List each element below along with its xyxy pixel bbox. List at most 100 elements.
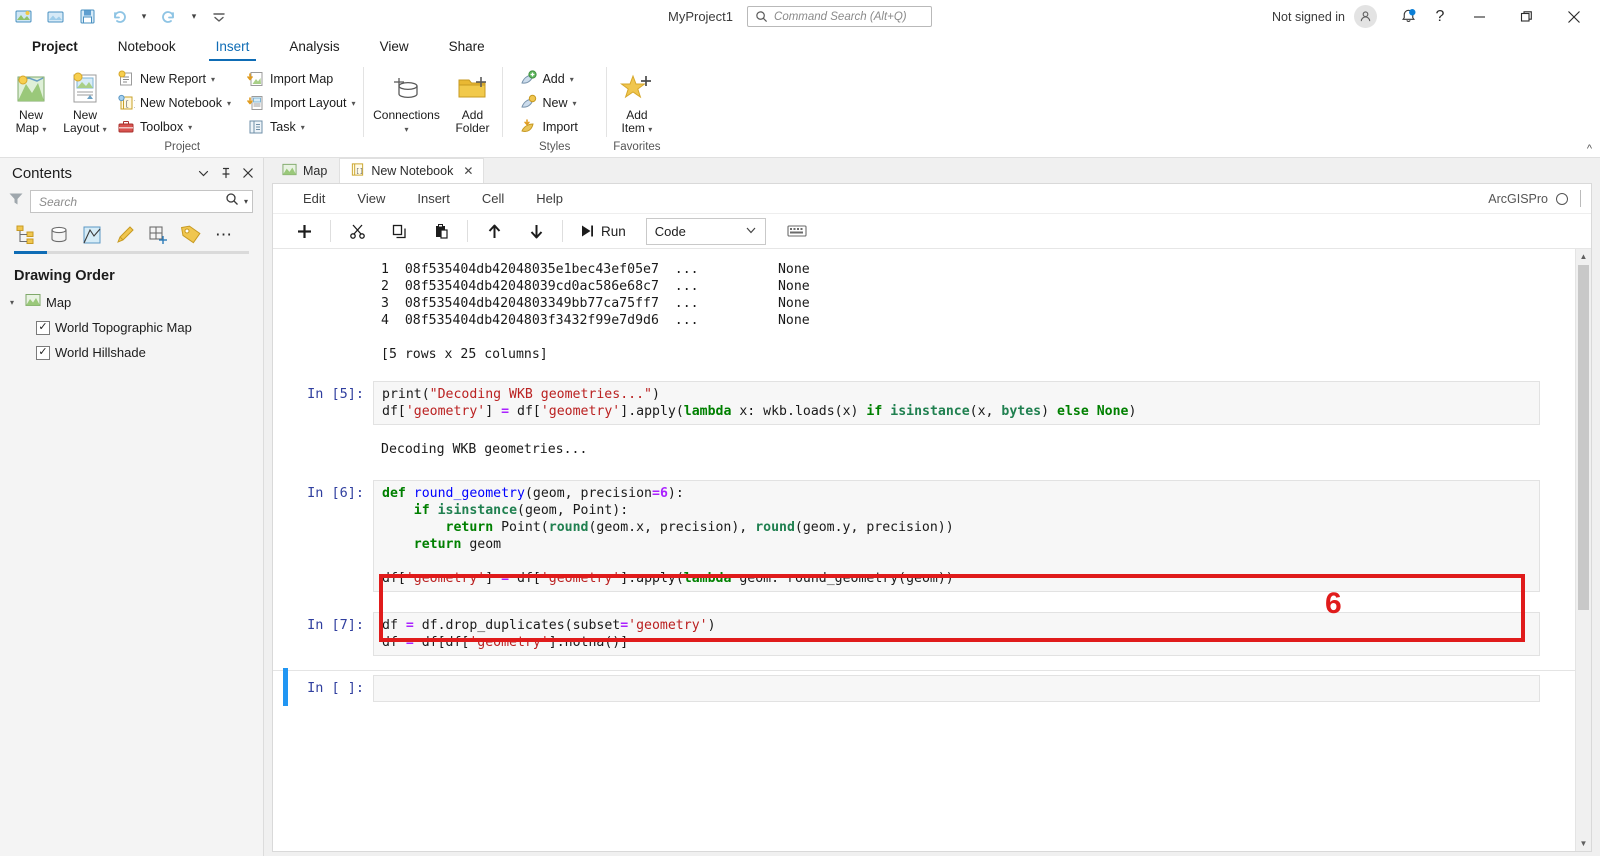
restore-button[interactable] — [1504, 1, 1549, 33]
save-project-icon[interactable] — [8, 4, 38, 30]
layer-world-topographic-map[interactable]: ✓ World Topographic Map — [0, 315, 263, 340]
notebook-menu-edit[interactable]: Edit — [287, 184, 341, 214]
notebook-menu-view[interactable]: View — [341, 184, 401, 214]
code-editor-5[interactable]: print("Decoding WKB geometries...") df['… — [373, 381, 1540, 425]
command-palette-icon[interactable] — [776, 216, 818, 246]
chevron-down-icon[interactable]: ▾ — [227, 99, 231, 108]
avatar[interactable] — [1354, 5, 1377, 28]
collapse-ribbon-icon[interactable]: ^ — [1587, 143, 1592, 155]
list-by-drawing-order-icon[interactable] — [14, 223, 38, 247]
save-as-icon[interactable] — [72, 4, 102, 30]
redo-icon[interactable] — [154, 4, 184, 30]
ribbon-group-connections: Connections ▾ Add Folder — [367, 61, 499, 157]
code-editor-empty[interactable] — [373, 675, 1540, 702]
search-icon — [756, 11, 768, 23]
run-button[interactable]: Run — [568, 216, 638, 246]
new-layout-button[interactable]: New Layout ▾ — [58, 65, 112, 136]
pin-icon[interactable] — [216, 164, 235, 183]
view-tab-map[interactable]: Map — [272, 158, 338, 183]
chevron-down-icon[interactable]: ▾ — [301, 123, 305, 132]
list-by-labeling-icon[interactable] — [179, 223, 203, 247]
import-map-button[interactable]: Import Map — [242, 67, 360, 91]
styles-import-button[interactable]: Import — [514, 115, 582, 139]
redo-dropdown-icon[interactable]: ▾ — [186, 4, 202, 30]
chevron-down-icon[interactable]: ▾ — [42, 125, 46, 134]
code-editor-7[interactable]: df = df.drop_duplicates(subset='geometry… — [373, 612, 1540, 656]
customize-quick-access-icon[interactable] — [204, 4, 234, 30]
list-by-data-source-icon[interactable] — [47, 223, 71, 247]
ribbon-tab-analysis[interactable]: Analysis — [269, 35, 359, 61]
layer-checkbox[interactable]: ✓ — [36, 320, 50, 335]
notebook-code-cell-5[interactable]: In [5]: print("Decoding WKB geometries..… — [273, 381, 1575, 425]
search-options-chevron-down-icon[interactable]: ▾ — [242, 197, 248, 206]
minimize-button[interactable] — [1457, 1, 1502, 33]
chevron-down-icon[interactable]: ▾ — [572, 99, 576, 108]
notebook-menu-cell[interactable]: Cell — [466, 184, 520, 214]
chevron-down-icon[interactable]: ▾ — [570, 75, 574, 84]
ribbon-tab-share[interactable]: Share — [429, 35, 505, 61]
close-contents-icon[interactable] — [238, 164, 257, 183]
ribbon-tab-insert[interactable]: Insert — [196, 35, 270, 61]
task-button[interactable]: Task ▾ — [242, 115, 360, 139]
cell-prompt-5: In [5]: — [307, 386, 364, 402]
close-button[interactable] — [1551, 1, 1596, 33]
ribbon-tab-project[interactable]: Project — [12, 35, 98, 61]
contents-search-input[interactable]: Search ▾ — [30, 190, 253, 213]
layer-checkbox[interactable]: ✓ — [36, 345, 50, 360]
notebook-empty-cell[interactable]: In [ ]: — [273, 668, 1575, 706]
chevron-down-icon[interactable]: ▾ — [404, 125, 408, 134]
list-by-snapping-icon[interactable] — [146, 223, 170, 247]
styles-new-button[interactable]: New ▾ — [514, 91, 582, 115]
ribbon-tab-view[interactable]: View — [360, 35, 429, 61]
notebook-menu-help[interactable]: Help — [520, 184, 579, 214]
view-tab-new-notebook[interactable]: [] New Notebook ✕ — [339, 158, 485, 183]
add-folder-button[interactable]: Add Folder — [445, 65, 499, 135]
ribbon-tab-notebook[interactable]: Notebook — [98, 35, 196, 61]
tree-root-map[interactable]: ▾ Map — [0, 290, 263, 315]
more-options-icon[interactable]: ⋯ — [212, 223, 236, 247]
add-cell-icon[interactable] — [283, 216, 325, 246]
layer-world-hillshade[interactable]: ✓ World Hillshade — [0, 340, 263, 365]
notebook-vertical-scrollbar[interactable]: ▲ ▼ — [1575, 249, 1591, 851]
notebook-menu-insert[interactable]: Insert — [401, 184, 466, 214]
open-project-icon[interactable] — [40, 4, 70, 30]
new-notebook-button[interactable]: [ ] New Notebook ▾ — [112, 91, 236, 115]
close-icon[interactable]: ✕ — [463, 164, 473, 178]
import-layout-button[interactable]: Import Layout ▾ — [242, 91, 360, 115]
search-icon[interactable] — [225, 192, 239, 211]
connections-button[interactable]: Connections ▾ — [367, 65, 445, 136]
scroll-thumb[interactable] — [1578, 265, 1589, 610]
chevron-down-icon[interactable]: ▾ — [351, 99, 355, 108]
chevron-down-icon[interactable]: ▾ — [103, 125, 107, 134]
move-up-icon[interactable] — [473, 216, 515, 246]
scroll-up-arrow-icon[interactable]: ▲ — [1580, 249, 1588, 264]
notifications-icon[interactable] — [1393, 3, 1423, 31]
contents-menu-icon[interactable] — [194, 164, 213, 183]
toolbox-button[interactable]: Toolbox ▾ — [112, 115, 236, 139]
filter-icon[interactable] — [8, 191, 24, 212]
add-item-button[interactable]: Add Item ▾ — [610, 65, 664, 136]
new-map-button[interactable]: New Map ▾ — [4, 65, 58, 136]
copy-icon[interactable] — [378, 216, 420, 246]
chevron-down-icon[interactable]: ▾ — [648, 125, 652, 134]
notebook-code-cell-7[interactable]: In [7]: df = df.drop_duplicates(subset='… — [273, 612, 1575, 656]
command-search-input[interactable]: Command Search (Alt+Q) — [747, 6, 933, 27]
chevron-down-icon[interactable]: ▾ — [188, 123, 192, 132]
scroll-down-arrow-icon[interactable]: ▼ — [1580, 836, 1588, 851]
undo-dropdown-icon[interactable]: ▾ — [136, 4, 152, 30]
move-down-icon[interactable] — [515, 216, 557, 246]
new-report-button[interactable]: New Report ▾ — [112, 67, 236, 91]
notebook-code-cell-6[interactable]: In [6]: def round_geometry(geom, precisi… — [273, 480, 1575, 592]
list-by-selection-icon[interactable] — [80, 223, 104, 247]
chevron-down-icon[interactable]: ▾ — [211, 75, 215, 84]
expand-collapse-icon[interactable]: ▾ — [10, 298, 20, 307]
styles-add-button[interactable]: Add ▾ — [514, 67, 582, 91]
undo-icon[interactable] — [104, 4, 134, 30]
cell-type-select[interactable]: Code — [645, 217, 766, 245]
cut-icon[interactable] — [336, 216, 378, 246]
code-editor-6[interactable]: def round_geometry(geom, precision=6): i… — [373, 480, 1540, 592]
help-icon[interactable]: ? — [1425, 3, 1455, 31]
paste-icon[interactable] — [420, 216, 462, 246]
chevron-down-icon[interactable] — [745, 224, 757, 239]
list-by-editing-icon[interactable] — [113, 223, 137, 247]
